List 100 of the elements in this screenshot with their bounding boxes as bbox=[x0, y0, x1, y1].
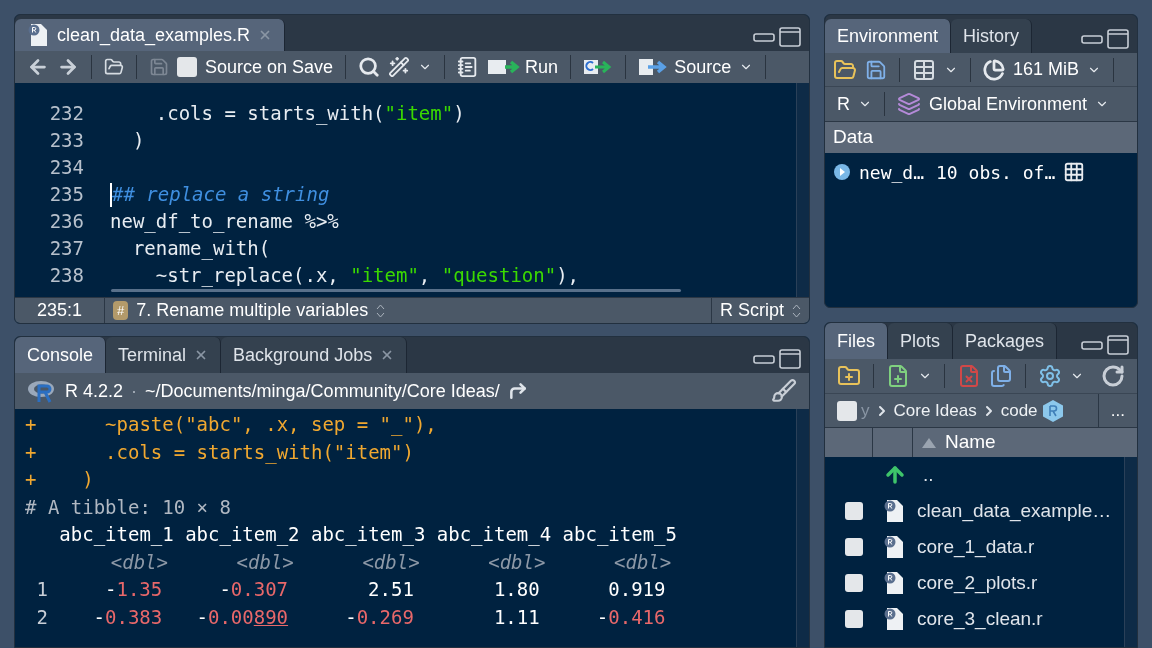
table-cell: 1.80 bbox=[493, 578, 540, 601]
run-icon bbox=[487, 57, 522, 77]
tab[interactable]: Files bbox=[825, 323, 888, 360]
column-header: abc_item_4 bbox=[436, 522, 552, 548]
code-line: .cols = starts_with("item") bbox=[154, 101, 465, 127]
minimize-icon[interactable] bbox=[1081, 340, 1103, 351]
tab[interactable]: Packages bbox=[953, 323, 1058, 360]
more-button[interactable]: ... bbox=[1098, 397, 1137, 424]
console-code-text: .cols = starts_with("item") bbox=[104, 439, 414, 466]
breadcrumb-link[interactable]: code bbox=[1000, 397, 1038, 424]
source-on-save-toggle[interactable]: Source on Save bbox=[177, 53, 334, 81]
file-link[interactable]: core_1_data.r bbox=[917, 532, 1035, 562]
line-number: 235 bbox=[48, 182, 85, 208]
file-type-selector[interactable]: R Script bbox=[711, 297, 809, 324]
memory-usage[interactable]: 161 MiB bbox=[1013, 56, 1080, 83]
line-number: 234 bbox=[48, 155, 85, 181]
breadcrumb-link[interactable]: Core Ideas bbox=[893, 397, 977, 424]
settings-icon[interactable] bbox=[1038, 364, 1062, 389]
tab[interactable]: History bbox=[951, 19, 1033, 53]
language-selector[interactable]: R bbox=[837, 90, 850, 118]
maximize-icon[interactable] bbox=[1107, 29, 1129, 49]
code-line: ## replace a string bbox=[112, 182, 330, 208]
new-file-icon[interactable] bbox=[886, 364, 910, 389]
prompt: + bbox=[25, 412, 38, 438]
tab[interactable]: Console bbox=[15, 337, 107, 374]
tibble-caption: # A tibble: 10 × 8 bbox=[25, 495, 231, 518]
column-type: <dbl> bbox=[362, 550, 420, 573]
prompt: + bbox=[25, 439, 38, 465]
code-line: ~str_replace(.x, "item", "question"), bbox=[154, 263, 580, 289]
section-badge: # bbox=[113, 300, 129, 321]
minimize-icon[interactable] bbox=[753, 32, 775, 42]
code-line: rename_with( bbox=[131, 236, 271, 262]
object-summary: 10 obs. of… bbox=[936, 160, 1056, 185]
checkbox[interactable] bbox=[845, 610, 863, 629]
r-version: R 4.2.2 bbox=[65, 379, 124, 403]
vertical-scrollbar[interactable] bbox=[796, 83, 809, 298]
minimize-icon[interactable] bbox=[1081, 34, 1103, 44]
file-link[interactable]: clean_data_example… bbox=[917, 496, 1112, 526]
open-folder-icon[interactable] bbox=[833, 57, 857, 82]
search-icon[interactable] bbox=[358, 56, 381, 78]
refresh-icon[interactable] bbox=[1101, 364, 1125, 389]
updown-icon bbox=[792, 303, 801, 318]
tab[interactable]: Background Jobs bbox=[221, 337, 408, 374]
table-cell: -0.307 bbox=[219, 578, 289, 601]
checkbox[interactable] bbox=[845, 538, 863, 557]
maximize-icon[interactable] bbox=[1107, 335, 1129, 356]
console-code-text: ) bbox=[81, 467, 94, 493]
maximize-icon[interactable] bbox=[779, 27, 801, 47]
separator-dot: · bbox=[131, 379, 138, 403]
forward-icon[interactable] bbox=[57, 56, 79, 78]
tab[interactable]: Environment bbox=[825, 19, 952, 53]
checkbox[interactable] bbox=[837, 400, 857, 421]
r-project-icon[interactable] bbox=[1041, 398, 1064, 423]
rerun-icon[interactable] bbox=[583, 57, 614, 77]
working-directory: ~/Documents/minga/Community/Core Ideas/ bbox=[145, 379, 500, 403]
tab[interactable]: Terminal bbox=[106, 337, 222, 374]
vertical-scrollbar[interactable] bbox=[1124, 457, 1137, 647]
expand-icon[interactable] bbox=[833, 163, 851, 181]
layers-icon bbox=[897, 92, 921, 116]
line-number: 233 bbox=[48, 128, 85, 154]
line-number: 236 bbox=[48, 209, 85, 235]
go-to-directory-icon[interactable] bbox=[507, 381, 528, 402]
horizontal-scrollbar[interactable] bbox=[111, 289, 681, 293]
table-view-icon[interactable] bbox=[1063, 161, 1086, 183]
table-cell: 0.919 bbox=[608, 578, 666, 601]
column-header: abc_item_3 bbox=[310, 522, 426, 548]
file-link[interactable]: core_2_plots.r bbox=[917, 568, 1038, 598]
r-file-icon bbox=[27, 23, 49, 47]
table-cell: -0.383 bbox=[93, 605, 163, 628]
column-type: <dbl> bbox=[236, 550, 294, 573]
source-button[interactable]: Source bbox=[638, 53, 732, 81]
maximize-icon[interactable] bbox=[779, 349, 801, 370]
save-icon[interactable] bbox=[865, 58, 887, 81]
wand-icon[interactable] bbox=[388, 56, 411, 78]
checkbox[interactable] bbox=[845, 502, 863, 521]
column-type: <dbl> bbox=[110, 550, 168, 573]
broom-icon[interactable] bbox=[771, 378, 797, 405]
parent-folder-link[interactable]: .. bbox=[923, 460, 934, 490]
tab[interactable]: clean_data_examples.R bbox=[15, 19, 286, 51]
back-icon[interactable] bbox=[27, 56, 49, 78]
console-code-text: ~paste("abc", .x, sep = "_"), bbox=[104, 412, 437, 438]
code-line: ) bbox=[131, 128, 145, 154]
r-file-icon bbox=[883, 499, 905, 524]
environment-selector[interactable]: Global Environment bbox=[929, 90, 1088, 118]
file-link[interactable]: core_3_clean.r bbox=[917, 604, 1043, 634]
table-cell: -0.00890 bbox=[196, 605, 289, 628]
cursor-position: 235:1 bbox=[15, 297, 105, 324]
checkbox[interactable] bbox=[177, 57, 197, 77]
tab[interactable]: Plots bbox=[888, 323, 954, 360]
sort-ascending-icon bbox=[921, 436, 937, 449]
import-table-icon[interactable] bbox=[912, 57, 936, 82]
checkbox[interactable] bbox=[845, 574, 863, 593]
column-type: <dbl> bbox=[614, 550, 672, 573]
section-header: Data bbox=[825, 121, 1137, 153]
minimize-icon[interactable] bbox=[753, 354, 775, 365]
section-selector[interactable]: # 7. Rename multiple variables bbox=[105, 297, 711, 324]
run-button[interactable]: Run bbox=[487, 53, 559, 81]
vertical-scrollbar[interactable] bbox=[796, 409, 809, 647]
r-file-icon bbox=[883, 571, 905, 596]
row-index: 1 bbox=[36, 578, 48, 601]
